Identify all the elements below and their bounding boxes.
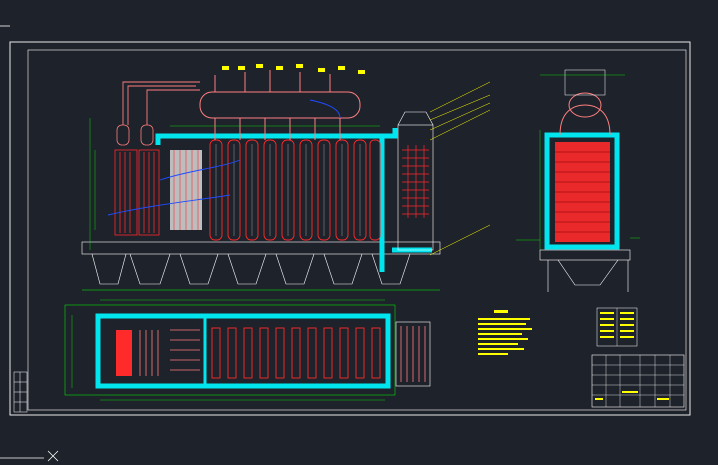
side-drum <box>559 69 611 136</box>
plan-casing <box>95 313 391 389</box>
superheater-panels <box>114 149 160 236</box>
plan-burner-block <box>116 330 132 376</box>
economizer-block <box>170 150 202 230</box>
plan-tube-rows <box>139 329 200 376</box>
cad-drawing-canvas <box>0 25 691 462</box>
callout-leaders <box>429 81 491 256</box>
tube-bank-inner <box>215 144 361 236</box>
flow-paths <box>107 99 341 216</box>
plan-panels <box>211 327 381 379</box>
air-preheater <box>397 111 434 251</box>
plan-preheater <box>395 321 431 387</box>
margin-stamp <box>13 371 28 413</box>
valve-tags <box>222 64 365 74</box>
side-elevation-view <box>516 69 640 292</box>
frame-markers <box>0 25 59 462</box>
parts-legend-table <box>596 307 638 347</box>
headers-left <box>116 124 154 146</box>
steam-drum <box>199 70 361 140</box>
front-elevation-view <box>81 64 491 291</box>
technical-notes-block <box>478 310 532 355</box>
tube-banks <box>209 139 381 241</box>
plan-section-view <box>64 299 431 401</box>
support-base <box>81 241 441 291</box>
title-block <box>591 354 685 408</box>
riser-pipes <box>122 81 200 125</box>
side-support <box>539 249 631 292</box>
